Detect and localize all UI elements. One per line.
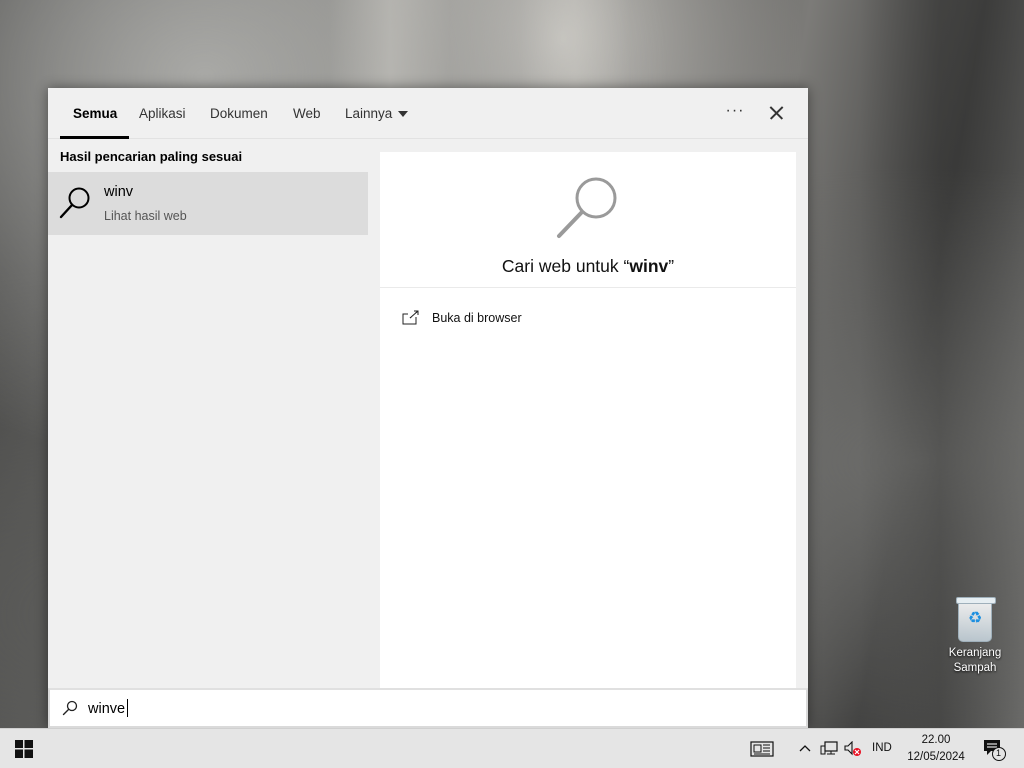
tab-lainnya[interactable]: Lainnya xyxy=(345,88,409,139)
tab-label: Semua xyxy=(73,106,118,121)
text-cursor xyxy=(127,699,128,717)
best-match-heading: Hasil pencarian paling sesuai xyxy=(60,149,243,164)
open-in-browser-label: Buka di browser xyxy=(432,311,522,325)
show-hidden-icons-button[interactable] xyxy=(796,729,814,768)
open-external-icon xyxy=(402,310,419,325)
heading-prefix: Cari web untuk “ xyxy=(501,256,630,276)
taskbar: IND 22.00 12/05/2024 1 xyxy=(0,728,1024,768)
chevron-up-icon xyxy=(799,745,811,752)
tab-aplikasi[interactable]: Aplikasi xyxy=(139,88,186,139)
search-box[interactable] xyxy=(48,688,808,728)
notification-count: 1 xyxy=(996,748,1002,758)
network-button[interactable] xyxy=(818,729,840,768)
chevron-down-icon xyxy=(398,111,409,118)
recycle-bin-label-line2: Sampah xyxy=(953,662,997,674)
search-tabs-bar: Semua Aplikasi Dokumen Web Lainnya ··· xyxy=(48,88,808,139)
windows-logo-icon xyxy=(15,740,33,758)
tab-label: Aplikasi xyxy=(139,106,186,121)
volume-button[interactable] xyxy=(842,729,864,768)
recycle-bin-shortcut[interactable]: ♻ Keranjang Sampah xyxy=(940,597,1010,676)
news-icon xyxy=(750,741,774,757)
recycle-bin-icon: ♻ xyxy=(956,597,996,642)
preview-header: Cari web untuk “winv” xyxy=(380,152,796,288)
recycle-bin-label-line1: Keranjang xyxy=(948,647,1002,659)
search-icon xyxy=(62,700,78,716)
tab-label: Lainnya xyxy=(345,106,393,121)
network-icon xyxy=(820,741,838,755)
search-panel: Semua Aplikasi Dokumen Web Lainnya ··· H… xyxy=(48,88,808,728)
action-center-button[interactable]: 1 xyxy=(980,729,1010,768)
ellipsis-icon: ··· xyxy=(725,102,745,119)
start-button[interactable] xyxy=(0,729,48,768)
preview-pane: Cari web untuk “winv” Buka di browser xyxy=(380,152,796,688)
close-button[interactable] xyxy=(762,100,790,126)
result-subtitle: Lihat hasil web xyxy=(104,209,187,223)
tab-label: Web xyxy=(293,106,321,121)
news-button[interactable] xyxy=(745,729,779,768)
volume-muted-icon xyxy=(844,741,861,756)
heading-suffix: ” xyxy=(668,256,675,276)
clock-date: 12/05/2024 xyxy=(907,751,965,763)
search-icon xyxy=(557,177,617,238)
tab-semua[interactable]: Semua xyxy=(59,88,130,139)
search-input[interactable] xyxy=(88,698,688,720)
best-match-result[interactable]: winv Lihat hasil web xyxy=(48,172,368,235)
tab-web[interactable]: Web xyxy=(293,88,321,139)
more-options-button[interactable]: ··· xyxy=(720,100,750,126)
heading-query: winv xyxy=(629,256,669,276)
clock[interactable]: 22.00 12/05/2024 xyxy=(900,732,972,766)
preview-heading: Cari web untuk “winv” xyxy=(380,256,796,277)
clock-time: 22.00 xyxy=(921,734,951,746)
search-icon xyxy=(59,187,90,219)
tab-label: Dokumen xyxy=(210,106,268,121)
tab-dokumen[interactable]: Dokumen xyxy=(210,88,268,139)
result-title: winv xyxy=(104,184,134,200)
input-language-indicator[interactable]: IND xyxy=(872,742,892,754)
notification-icon xyxy=(984,740,1006,761)
